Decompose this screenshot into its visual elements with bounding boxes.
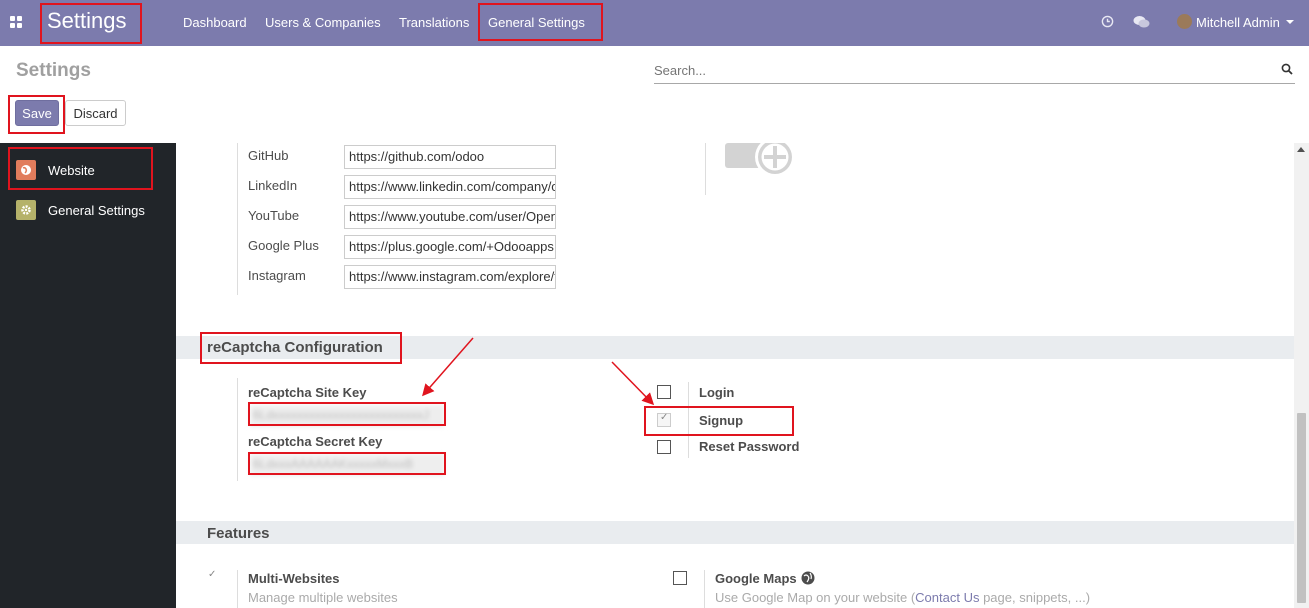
globe-icon [801,571,815,585]
scroll-thumb[interactable] [1297,413,1306,603]
user-avatar[interactable] [1177,14,1192,29]
multi-websites-title: Multi-Websites [248,571,340,586]
reset-password-checkbox[interactable] [657,440,671,454]
youtube-label: YouTube [248,208,300,223]
content-scrollbar[interactable] [1294,143,1309,608]
divider [705,143,706,195]
google-maps-desc-suffix: page, snippets, ...) [979,590,1091,605]
linkedin-label: LinkedIn [248,178,298,193]
gear-icon [16,200,36,220]
sidebar-item-general-settings[interactable]: General Settings [16,199,145,221]
google-maps-description: Use Google Map on your website (Contact … [715,590,1090,605]
highlight-box [644,406,794,436]
features-section-title: Features [207,525,270,542]
messages-icon[interactable] [1133,15,1150,29]
google-plus-label: Google Plus [248,238,319,253]
highlight-box [8,95,65,134]
github-input[interactable]: https://github.com/odoo [344,145,556,169]
search-bar [654,60,1295,84]
page-title: Settings [16,60,91,81]
google-maps-desc-prefix: Use Google Map on your website ( [715,590,916,605]
menu-users-companies[interactable]: Users & Companies [265,15,381,30]
google-maps-checkbox[interactable] [673,571,687,585]
search-input[interactable] [654,60,1254,80]
divider [237,143,238,295]
reset-password-option-label: Reset Password [699,439,800,454]
features-section-header [176,521,1294,544]
highlight-box [40,3,142,44]
top-navbar: Settings Dashboard Users & Companies Tra… [0,0,1309,46]
linkedin-input[interactable]: https://www.linkedin.com/company/odoo [344,175,556,199]
settings-content: GitHub https://github.com/odoo LinkedIn … [176,143,1294,608]
chevron-down-icon[interactable] [1286,20,1294,24]
google-maps-title: Google Maps [715,571,797,586]
multi-websites-checkbox[interactable] [206,569,220,585]
site-key-label: reCaptcha Site Key [248,385,367,400]
highlight-box [248,402,446,426]
divider [237,570,238,608]
settings-sidebar: Website General Settings [0,143,176,608]
highlight-box [200,332,402,364]
divider [704,570,705,608]
multi-websites-description: Manage multiple websites [248,590,398,605]
add-image-icon[interactable] [725,143,805,179]
menu-translations[interactable]: Translations [399,15,469,30]
activity-clock-icon[interactable] [1101,15,1114,28]
github-label: GitHub [248,148,289,163]
login-checkbox[interactable] [657,385,671,399]
search-icon[interactable] [1281,63,1293,75]
highlight-box [248,452,446,475]
login-option-label: Login [699,385,735,400]
secret-key-label: reCaptcha Secret Key [248,434,383,449]
scroll-up-icon[interactable] [1297,147,1305,152]
divider [237,378,238,481]
highlight-box [8,147,153,190]
user-name[interactable]: Mitchell Admin [1196,15,1280,30]
sidebar-item-label: General Settings [48,202,145,218]
instagram-label: Instagram [248,268,306,283]
discard-button[interactable]: Discard [65,100,126,126]
menu-dashboard[interactable]: Dashboard [183,15,247,30]
apps-menu-icon[interactable] [10,16,22,28]
contact-us-link[interactable]: Contact Us [915,590,979,605]
youtube-input[interactable]: https://www.youtube.com/user/OpenERPonli… [344,205,556,229]
highlight-box [478,3,603,41]
google-plus-input[interactable]: https://plus.google.com/+Odooapps [344,235,556,259]
instagram-input[interactable]: https://www.instagram.com/explore/tags/o… [344,265,556,289]
